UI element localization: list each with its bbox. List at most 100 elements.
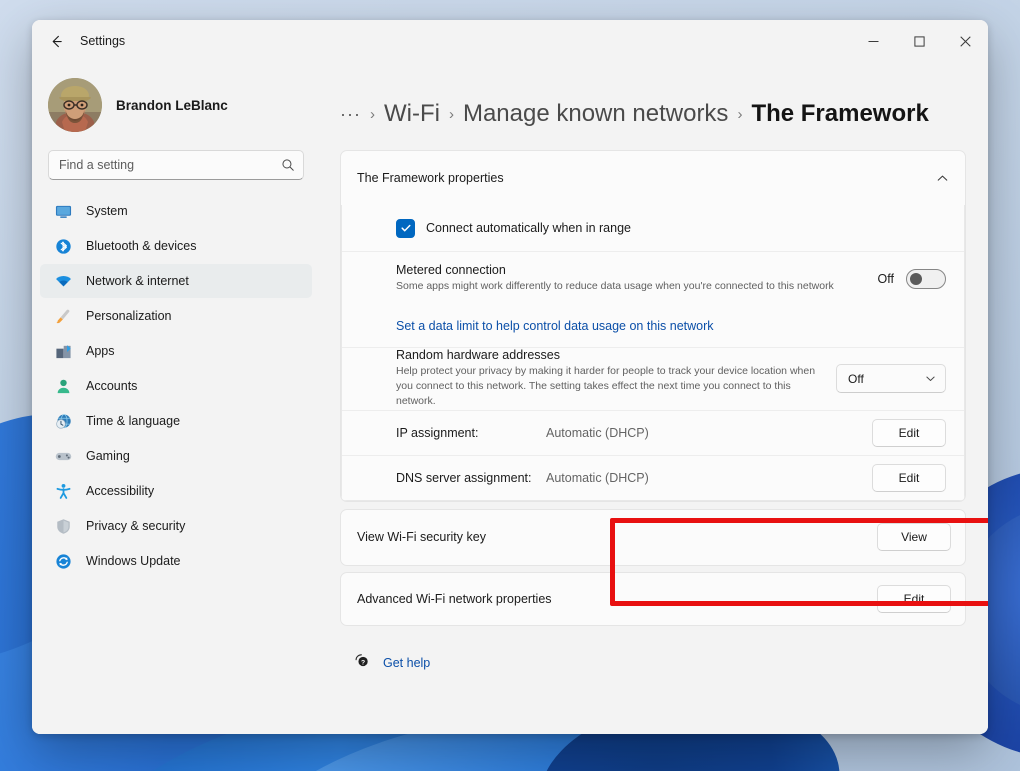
search-icon xyxy=(281,158,295,172)
connect-automatically-label: Connect automatically when in range xyxy=(426,221,631,235)
person-icon xyxy=(54,377,72,395)
minimize-button[interactable] xyxy=(850,20,896,62)
sidebar-item-system[interactable]: System xyxy=(40,194,312,228)
sidebar: Brandon LeBlanc xyxy=(32,62,320,734)
sidebar-nav: System Bluetooth & devices xyxy=(40,190,312,579)
avatar xyxy=(48,78,102,132)
window-titlebar: Settings xyxy=(32,20,988,62)
breadcrumb-separator: › xyxy=(449,106,454,123)
random-hardware-description: Help protect your privacy by making it h… xyxy=(396,364,822,410)
properties-card-header[interactable]: The Framework properties xyxy=(341,151,965,205)
shield-icon xyxy=(54,517,72,535)
help-question-icon: ? xyxy=(354,652,371,674)
ip-assignment-control: Edit xyxy=(858,419,946,447)
sidebar-item-bluetooth[interactable]: Bluetooth & devices xyxy=(40,229,312,263)
random-hardware-text: Random hardware addresses Help protect y… xyxy=(396,348,822,410)
properties-card-title: The Framework properties xyxy=(357,171,504,185)
connect-automatically-checkbox[interactable] xyxy=(396,219,415,238)
random-hardware-dropdown[interactable]: Off xyxy=(836,364,946,393)
breadcrumb-item-current: The Framework xyxy=(751,100,928,128)
breadcrumb-item-wifi[interactable]: Wi-Fi xyxy=(384,100,440,128)
settings-window: Settings xyxy=(32,20,988,734)
sidebar-item-accessibility[interactable]: Accessibility xyxy=(40,474,312,508)
connect-automatically-row[interactable]: Connect automatically when in range xyxy=(342,205,964,251)
maximize-button[interactable] xyxy=(896,20,942,62)
clock-globe-icon xyxy=(54,412,72,430)
set-data-limit-link[interactable]: Set a data limit to help control data us… xyxy=(396,319,714,333)
advanced-properties-card: Advanced Wi-Fi network properties Edit xyxy=(340,572,966,626)
sidebar-item-privacy-security[interactable]: Privacy & security xyxy=(40,509,312,543)
dns-assignment-value: Automatic (DHCP) xyxy=(546,471,649,485)
sidebar-item-time-language[interactable]: Time & language xyxy=(40,404,312,438)
apps-icon xyxy=(54,342,72,360)
random-hardware-addresses-row: Random hardware addresses Help protect y… xyxy=(342,347,964,410)
search-input[interactable] xyxy=(59,158,281,172)
back-button[interactable] xyxy=(40,25,72,57)
ip-assignment-edit-button[interactable]: Edit xyxy=(872,419,946,447)
window-controls xyxy=(850,20,988,62)
monitor-icon xyxy=(54,202,72,220)
security-key-control: View xyxy=(863,523,951,551)
bluetooth-icon xyxy=(54,237,72,255)
breadcrumb-separator: › xyxy=(737,106,742,123)
dns-assignment-edit-button[interactable]: Edit xyxy=(872,464,946,492)
accessibility-icon xyxy=(54,482,72,500)
back-arrow-icon xyxy=(49,34,64,49)
security-key-row: View Wi-Fi security key View xyxy=(341,510,965,565)
sidebar-item-label: Bluetooth & devices xyxy=(86,239,197,253)
dns-assignment-label: DNS server assignment: xyxy=(396,471,546,485)
metered-connection-text: Metered connection Some apps might work … xyxy=(396,263,864,294)
sidebar-item-label: Accounts xyxy=(86,379,137,393)
metered-connection-title: Metered connection xyxy=(396,263,864,277)
sidebar-item-label: Gaming xyxy=(86,449,130,463)
random-hardware-control: Off xyxy=(822,364,946,393)
sidebar-item-network[interactable]: Network & internet xyxy=(40,264,312,298)
advanced-properties-control: Edit xyxy=(863,585,951,613)
chevron-up-icon xyxy=(936,172,949,185)
properties-card: The Framework properties xyxy=(340,150,966,502)
dns-assignment-control: Edit xyxy=(858,464,946,492)
advanced-properties-edit-button[interactable]: Edit xyxy=(877,585,951,613)
sidebar-item-apps[interactable]: Apps xyxy=(40,334,312,368)
content-area: ··· › Wi-Fi › Manage known networks › Th… xyxy=(320,62,988,734)
ip-assignment-row: IP assignment: Automatic (DHCP) Edit xyxy=(342,410,964,455)
profile-section[interactable]: Brandon LeBlanc xyxy=(40,62,312,138)
random-hardware-dropdown-value: Off xyxy=(848,372,925,386)
sidebar-item-windows-update[interactable]: Windows Update xyxy=(40,544,312,578)
search-box[interactable] xyxy=(48,150,304,180)
properties-card-body: Connect automatically when in range Mete… xyxy=(341,205,965,501)
window-body: Brandon LeBlanc xyxy=(32,62,988,734)
ip-assignment-value: Automatic (DHCP) xyxy=(546,426,649,440)
checkmark-icon xyxy=(400,222,412,234)
sidebar-item-label: Apps xyxy=(86,344,115,358)
sidebar-item-label: Personalization xyxy=(86,309,171,323)
metered-connection-row: Metered connection Some apps might work … xyxy=(342,251,964,305)
sidebar-item-label: Windows Update xyxy=(86,554,181,568)
breadcrumb-overflow-button[interactable]: ··· xyxy=(340,105,361,123)
random-hardware-title: Random hardware addresses xyxy=(396,348,822,362)
sidebar-item-label: Accessibility xyxy=(86,484,154,498)
close-button[interactable] xyxy=(942,20,988,62)
security-key-card: View Wi-Fi security key View xyxy=(340,509,966,566)
get-help-label: Get help xyxy=(383,656,430,670)
breadcrumb: ··· › Wi-Fi › Manage known networks › Th… xyxy=(340,62,966,150)
sidebar-item-accounts[interactable]: Accounts xyxy=(40,369,312,403)
view-security-key-button[interactable]: View xyxy=(877,523,951,551)
sidebar-item-label: System xyxy=(86,204,128,218)
minimize-icon xyxy=(868,36,879,47)
toggle-knob xyxy=(910,273,922,285)
metered-connection-description: Some apps might work differently to redu… xyxy=(396,279,864,294)
sidebar-item-gaming[interactable]: Gaming xyxy=(40,439,312,473)
metered-connection-toggle[interactable] xyxy=(906,269,946,289)
get-help-row[interactable]: ? Get help xyxy=(340,626,966,674)
advanced-properties-label: Advanced Wi-Fi network properties xyxy=(357,592,552,606)
breadcrumb-item-manage-known-networks[interactable]: Manage known networks xyxy=(463,100,728,128)
dns-assignment-row: DNS server assignment: Automatic (DHCP) … xyxy=(342,455,964,500)
update-icon xyxy=(54,552,72,570)
breadcrumb-separator: › xyxy=(370,106,375,123)
sidebar-item-personalization[interactable]: Personalization xyxy=(40,299,312,333)
metered-connection-control: Off xyxy=(864,269,946,289)
chevron-down-icon xyxy=(925,373,936,384)
avatar-photo-icon xyxy=(48,78,102,132)
data-limit-row: Set a data limit to help control data us… xyxy=(342,305,964,347)
